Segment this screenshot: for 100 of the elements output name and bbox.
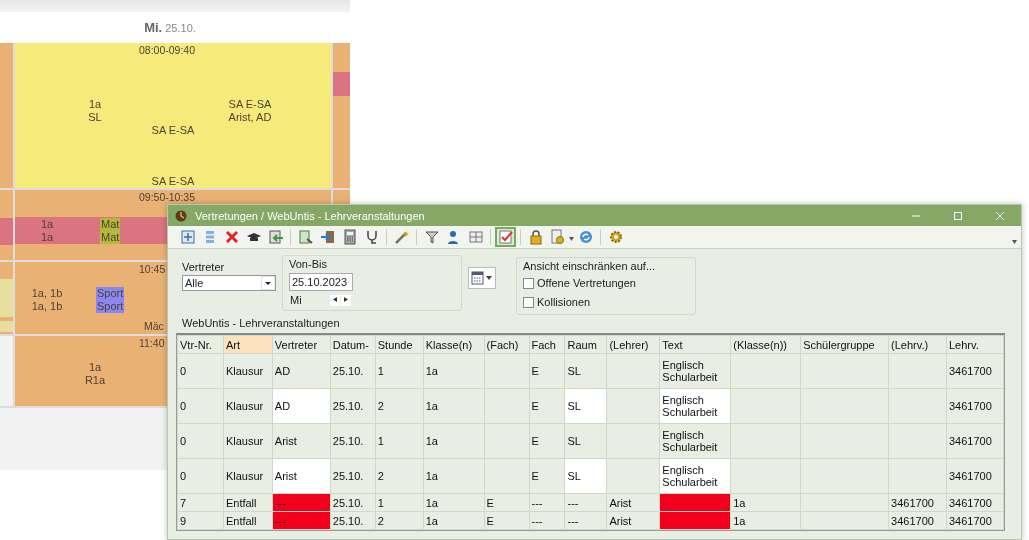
document-tool-icon bbox=[297, 229, 314, 245]
cell-text: --- bbox=[567, 514, 579, 527]
date-label: 25.10. bbox=[165, 21, 196, 34]
cell-text: Englisch Schularbeit bbox=[662, 359, 718, 383]
cell-text: 3461700 bbox=[948, 365, 992, 377]
dropdown-arrow-icon bbox=[261, 276, 275, 290]
group-label: Von-Bis bbox=[289, 258, 328, 270]
lesson-text: 1a bbox=[88, 98, 102, 111]
lesson-text: Mäc bbox=[144, 320, 164, 332]
cell-text: 1a bbox=[425, 470, 438, 482]
subject-tag: Mat bbox=[100, 217, 121, 231]
cell-text: 2 bbox=[377, 400, 384, 412]
weekday-label: Mi bbox=[290, 294, 302, 306]
group-label: Ansicht einschränken auf... bbox=[523, 260, 657, 272]
overflow-caret-icon[interactable] bbox=[1012, 240, 1017, 244]
cell-text: 1 bbox=[377, 365, 384, 377]
export-icon bbox=[267, 229, 284, 245]
left-arrow-icon bbox=[332, 296, 337, 302]
lesson-text: 1a bbox=[40, 230, 54, 244]
lesson-block bbox=[0, 218, 13, 245]
cell-text: --- bbox=[531, 496, 543, 509]
next-day-button[interactable] bbox=[340, 294, 351, 306]
cell-text: Entfall bbox=[225, 514, 257, 527]
cell-text: E bbox=[486, 496, 494, 509]
cell-text: 0 bbox=[180, 365, 187, 377]
lesson-text: 1a bbox=[40, 217, 54, 231]
cell-text: Entfall bbox=[225, 496, 257, 509]
lesson-text: SA E-SA bbox=[151, 124, 195, 136]
refresh-icon bbox=[577, 229, 594, 245]
calculator-icon bbox=[341, 229, 358, 245]
substitute-dropdown[interactable]: Alle bbox=[182, 275, 276, 291]
cell-text: 1a bbox=[425, 435, 438, 447]
cell-text: 25.10. bbox=[332, 435, 364, 447]
previous-day-button[interactable] bbox=[329, 294, 340, 306]
table-cell: SL bbox=[564, 458, 607, 494]
filter-checkbox[interactable]: Offene Vertretungen bbox=[523, 275, 689, 291]
delete-icon bbox=[223, 229, 240, 245]
cell-text: 1a bbox=[733, 514, 746, 527]
close-icon bbox=[994, 209, 1006, 222]
cell-text: 1 bbox=[377, 435, 384, 447]
table-cell: Englisch Schularbeit bbox=[659, 388, 731, 424]
cell-text: 1a bbox=[733, 496, 746, 509]
table-icon bbox=[467, 229, 484, 245]
cell-text: Arist bbox=[609, 514, 632, 527]
window-title: Vertretungen / WebUntis - Lehrveranstaltungen bbox=[195, 209, 426, 222]
cell-text: E bbox=[531, 400, 539, 412]
calendar-dropdown-button[interactable] bbox=[468, 267, 496, 289]
cell-text: 25.10. bbox=[332, 470, 364, 482]
cell-text: 0 bbox=[180, 470, 187, 482]
cell-text: 25.10. bbox=[332, 400, 364, 412]
cell-text: E bbox=[486, 514, 494, 527]
lesson-text: 1a, 1b bbox=[31, 287, 63, 300]
lesson-text: SL bbox=[88, 111, 102, 124]
lesson-block bbox=[333, 72, 350, 96]
cell-text: 3461700 bbox=[891, 496, 934, 509]
subject-tag: Sport bbox=[96, 287, 125, 300]
calendar-icon bbox=[471, 271, 493, 285]
date-field[interactable]: 25.10.2023 bbox=[289, 273, 353, 291]
import-icon bbox=[319, 229, 336, 245]
filter-checkbox[interactable]: Kollisionen bbox=[523, 294, 689, 310]
cell-text: 3461700 bbox=[948, 435, 992, 447]
cell-text: Klausur bbox=[225, 365, 264, 377]
section-caption: WebUntis - Lehrveranstaltungen bbox=[182, 317, 340, 329]
cell-text: --- bbox=[531, 514, 543, 527]
cell-text: 3461700 bbox=[948, 496, 992, 509]
table-cell: AD bbox=[272, 388, 331, 424]
cell-text: E bbox=[531, 365, 539, 377]
cell-text: Klausur bbox=[225, 470, 264, 482]
lesson-text: SA E-SA bbox=[228, 98, 272, 111]
cell-text: E bbox=[531, 470, 539, 482]
time-label: 10:45 bbox=[139, 263, 166, 275]
subject-tag: Sport bbox=[96, 300, 125, 313]
edit-check-icon bbox=[497, 229, 514, 245]
cell-text: Klausur bbox=[225, 400, 264, 412]
field-label: Vertreter bbox=[182, 261, 226, 273]
cell-text: 7 bbox=[180, 496, 187, 509]
cell-text: --- bbox=[567, 496, 579, 509]
cell-text: 1 bbox=[377, 496, 384, 509]
lock-icon bbox=[527, 229, 544, 245]
right-arrow-icon bbox=[343, 296, 348, 302]
cell-text: 25.10. bbox=[332, 496, 364, 509]
caret-icon bbox=[569, 237, 574, 241]
cell-text: 1a bbox=[425, 400, 438, 412]
time-label: 08:00-09:40 bbox=[139, 44, 196, 56]
column-header[interactable]: Text bbox=[662, 338, 683, 351]
cell-text: Arist bbox=[609, 496, 632, 509]
maximize-icon bbox=[952, 209, 964, 222]
app-logo-icon bbox=[175, 209, 187, 222]
cell-text: AD bbox=[274, 365, 291, 377]
cell-text: 3461700 bbox=[891, 514, 934, 527]
cell-text: 3461700 bbox=[948, 514, 992, 527]
lesson-block bbox=[0, 279, 13, 317]
table-cell: SL bbox=[564, 388, 607, 424]
gear-icon bbox=[607, 229, 624, 245]
cell-text: 0 bbox=[180, 435, 187, 447]
lesson-text: 1a, 1b bbox=[31, 300, 63, 313]
cell-text: 9 bbox=[180, 514, 187, 527]
cell-text: 1a bbox=[425, 365, 438, 377]
cell-text: 1a bbox=[425, 514, 438, 527]
cell-text: 2 bbox=[377, 514, 384, 527]
